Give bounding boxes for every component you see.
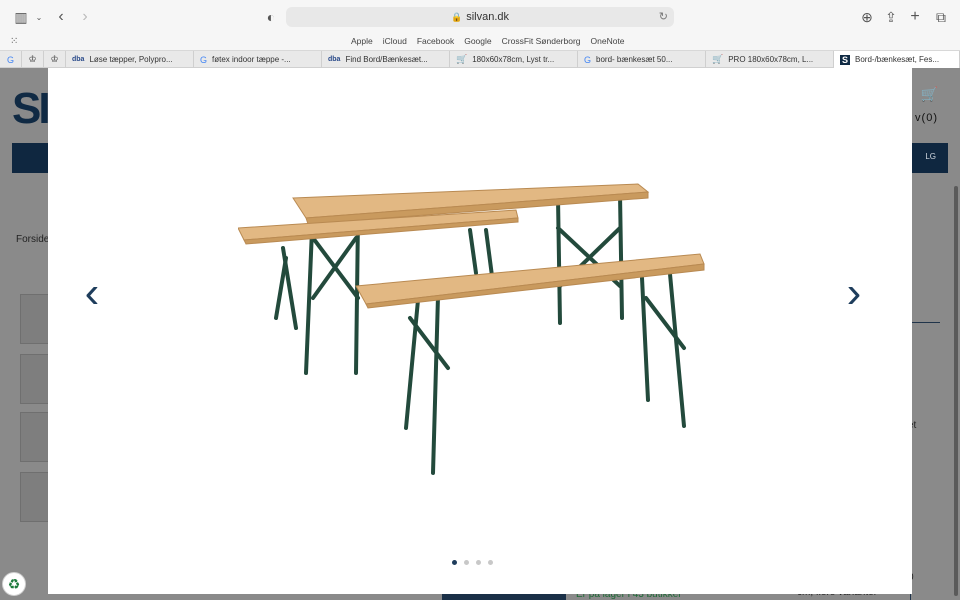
recycle-icon[interactable]: ♻ xyxy=(2,572,26,596)
share-icon[interactable]: ⇪ xyxy=(882,8,900,26)
favorite-link[interactable]: Facebook xyxy=(417,36,454,46)
thumbnail[interactable] xyxy=(20,354,50,404)
favorite-link[interactable]: Google xyxy=(464,36,491,46)
forward-icon[interactable]: › xyxy=(76,8,94,26)
favorite-link[interactable]: Apple xyxy=(351,36,373,46)
tab-label: Løse tæpper, Polypro... xyxy=(89,55,173,64)
tab-label: Find Bord/Bænkesæt... xyxy=(345,55,428,64)
previous-arrow-icon[interactable]: ‹ xyxy=(82,271,102,315)
grid-icon[interactable]: ⁙ xyxy=(10,36,18,47)
pinned-tab[interactable]: ♔ xyxy=(44,51,66,68)
slide-indicator xyxy=(452,560,493,565)
nav-item[interactable]: LG xyxy=(925,152,936,161)
browser-tab[interactable]: 🛒 180x60x78cm, Lyst tr... xyxy=(450,51,578,68)
crown-icon: ♔ xyxy=(50,54,59,64)
basket-icon[interactable]: 🛒 xyxy=(921,86,938,103)
browser-toolbar: ▥ ⌄ ‹ › ◐ 🔒 silvan.dk ↻ ⊕ ⇪ + ⧉ xyxy=(0,0,960,34)
tab-label: PRO 180x60x78cm, L... xyxy=(728,55,814,64)
basket-count[interactable]: v(0) xyxy=(915,112,938,124)
google-icon: G xyxy=(6,54,14,65)
new-tab-icon[interactable]: + xyxy=(906,8,924,26)
slide-dot[interactable] xyxy=(464,560,469,565)
browser-tab[interactable]: S Bord-/bænkesæt, Fes... xyxy=(834,51,960,68)
image-lightbox: ‹ › xyxy=(48,68,912,594)
silvan-icon: S xyxy=(840,54,851,65)
cart-icon: 🛒 xyxy=(456,54,468,64)
tab-label: Bord-/bænkesæt, Fes... xyxy=(855,55,940,64)
lock-icon: 🔒 xyxy=(450,11,463,22)
thumbnail[interactable] xyxy=(20,412,50,462)
tab-label: bord- bænkesæt 50... xyxy=(596,55,673,64)
favorites-bar: ⁙ Apple iCloud Facebook Google CrossFit Sønd… xyxy=(0,34,960,50)
browser-tab[interactable]: dba Find Bord/Bænkesæt... xyxy=(322,51,450,68)
tab-overview-icon[interactable]: ⧉ xyxy=(932,8,950,26)
browser-tab[interactable]: Gføtex indoor tæppe -... xyxy=(194,51,322,68)
favorite-link[interactable]: OneNote xyxy=(591,36,625,46)
thumbnail[interactable] xyxy=(20,294,50,344)
slide-dot[interactable] xyxy=(452,560,457,565)
site-logo[interactable]: SI xyxy=(12,84,51,134)
breadcrumb[interactable]: Forside xyxy=(16,234,49,245)
cart-icon: 🛒 xyxy=(712,54,724,64)
favorite-link[interactable]: CrossFit Sønderborg xyxy=(502,36,581,46)
next-arrow-icon[interactable]: › xyxy=(844,271,864,315)
google-icon: G xyxy=(200,54,208,65)
favorite-link[interactable]: iCloud xyxy=(383,36,407,46)
shield-icon[interactable]: ◐ xyxy=(262,8,280,26)
chevron-down-icon[interactable]: ⌄ xyxy=(30,8,48,26)
tab-label: 180x60x78cm, Lyst tr... xyxy=(472,55,555,64)
reload-icon[interactable]: ↻ xyxy=(659,10,668,23)
back-icon[interactable]: ‹ xyxy=(52,8,70,26)
scrollbar[interactable] xyxy=(954,186,958,596)
google-icon: G xyxy=(584,54,592,65)
tab-label: føtex indoor tæppe -... xyxy=(212,55,291,64)
browser-tab[interactable]: Gbord- bænkesæt 50... xyxy=(578,51,706,68)
browser-tab[interactable]: 🛒 PRO 180x60x78cm, L... xyxy=(706,51,834,68)
sidebar-icon[interactable]: ▥ xyxy=(12,8,30,26)
download-icon[interactable]: ⊕ xyxy=(858,8,876,26)
crown-icon: ♔ xyxy=(28,54,37,64)
url-text: silvan.dk xyxy=(466,11,509,23)
google-tab[interactable]: G xyxy=(0,51,22,68)
dba-icon: dba xyxy=(72,56,85,63)
dba-icon: dba xyxy=(328,56,341,63)
pinned-tab[interactable]: ♔ xyxy=(22,51,44,68)
browser-tab[interactable]: dba Løse tæpper, Polypro... xyxy=(66,51,194,68)
slide-dot[interactable] xyxy=(476,560,481,565)
thumbnail[interactable] xyxy=(20,472,50,522)
info-panel xyxy=(910,322,940,600)
product-image xyxy=(238,183,705,475)
slide-dot[interactable] xyxy=(488,560,493,565)
address-bar[interactable]: 🔒 silvan.dk ↻ xyxy=(286,7,674,27)
tab-bar: G ♔ ♔ dba Løse tæpper, Polypro... Gføtex i… xyxy=(0,50,960,68)
